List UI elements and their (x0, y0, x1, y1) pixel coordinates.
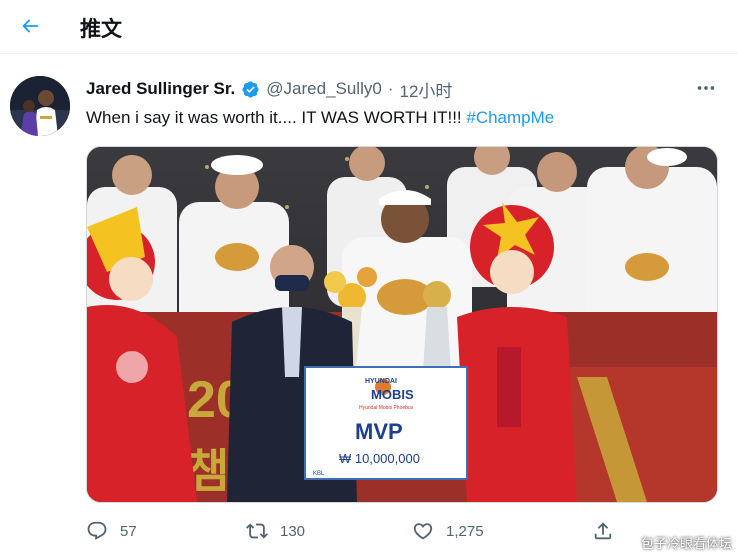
watermark: 包子冷眼看体坛 (640, 536, 732, 551)
heart-icon (413, 523, 433, 540)
reply-count: 57 (120, 522, 137, 540)
check-brand-top: HYUNDAI (365, 378, 397, 385)
check-title: MVP (355, 419, 403, 444)
more-dots-icon (697, 86, 715, 90)
mvp-check: HYUNDAI MOBIS Hyundai Mobis Phoebus MVP … (304, 366, 468, 480)
check-footer: KBL (313, 471, 325, 477)
top-bar: 推文 (0, 0, 738, 54)
like-count: 1,275 (446, 522, 484, 540)
verified-badge-icon (242, 80, 259, 98)
reply-button[interactable]: 57 (86, 516, 137, 546)
page-title: 推文 (80, 18, 122, 41)
like-button[interactable]: 1,275 (412, 516, 484, 546)
tweet-author-row: Jared Sullinger Sr. @Jared_Sully0 · 12小时 (86, 77, 453, 102)
tweet-action-bar: 57 130 1,275 (86, 516, 726, 546)
tweet-body: When i say it was worth it.... IT WAS WO… (86, 108, 467, 127)
tweet-photo[interactable]: 20 챔 HYUNDAI MOBIS Hyundai Mobis Phoebus… (86, 146, 718, 503)
check-amount: ₩ 10,000,000 (339, 451, 420, 466)
separator-dot: · (387, 79, 394, 98)
tweet-text: When i say it was worth it.... IT WAS WO… (86, 108, 554, 128)
check-brand: MOBIS (371, 387, 414, 402)
more-button[interactable] (690, 76, 722, 100)
avatar[interactable] (10, 76, 70, 136)
retweet-count: 130 (280, 522, 306, 540)
reply-icon (87, 521, 107, 540)
hashtag-link[interactable]: #ChampMe (466, 108, 554, 127)
trophy (423, 281, 451, 372)
share-icon (594, 522, 612, 540)
author-handle[interactable]: @Jared_Sully0 (266, 79, 382, 99)
retweet-icon (246, 523, 268, 539)
back-button[interactable] (12, 8, 48, 44)
arrow-left-icon (22, 19, 39, 33)
author-name[interactable]: Jared Sullinger Sr. (86, 79, 235, 99)
tweet-time[interactable]: 12小时 (400, 77, 453, 102)
check-subtitle: Hyundai Mobis Phoebus (359, 405, 414, 411)
retweet-button[interactable]: 130 (246, 516, 305, 546)
share-button[interactable] (592, 516, 626, 546)
